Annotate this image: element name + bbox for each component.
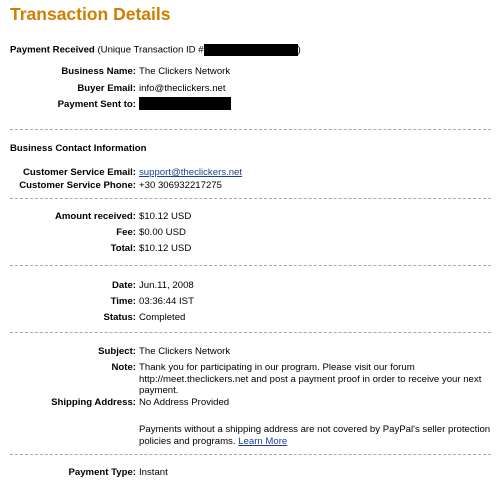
- cs-email-value: support@theclickers.net: [139, 167, 242, 179]
- fee-label: Fee:: [116, 227, 136, 238]
- note-label: Note:: [111, 362, 136, 373]
- section-divider: [10, 332, 491, 333]
- section-divider: [10, 198, 491, 199]
- total-label: Total:: [110, 243, 136, 254]
- unique-id-label: (Unique Transaction ID #: [97, 44, 204, 56]
- cs-email-link[interactable]: support@theclickers.net: [139, 167, 242, 178]
- subject-label: Subject:: [98, 346, 136, 357]
- date-value: Jun.11, 2008: [139, 280, 194, 291]
- time-label: Time:: [110, 296, 136, 307]
- section-divider: [10, 265, 491, 266]
- note-value: Thank you for participating in our progr…: [139, 362, 482, 397]
- section-divider: [10, 454, 491, 455]
- contact-heading: Business Contact Information: [10, 143, 147, 154]
- cs-phone-value: +30 306932217275: [139, 180, 222, 191]
- shipping-notice: Payments without a shipping address are …: [139, 424, 491, 447]
- cs-phone-label: Customer Service Phone:: [19, 180, 136, 191]
- payment-type-label: Payment Type:: [68, 467, 136, 478]
- amount-received-label: Amount received:: [54, 211, 136, 222]
- total-value: $10.12 USD: [139, 243, 192, 254]
- page-title: Transaction Details: [10, 4, 171, 24]
- section-divider: [10, 129, 491, 130]
- shipping-address-value: No Address Provided: [139, 397, 230, 408]
- redacted-recipient: [139, 97, 231, 110]
- unique-id-close: ): [297, 44, 301, 56]
- shipping-notice-text: Payments without a shipping address are …: [139, 424, 491, 447]
- subject-value: The Clickers Network: [139, 346, 231, 357]
- payment-sent-label: Payment Sent to:: [57, 99, 136, 110]
- buyer-email-label: Buyer Email:: [77, 83, 136, 94]
- shipping-address-label: Shipping Address:: [51, 397, 136, 408]
- payment-received-label: Payment Received: [10, 44, 95, 56]
- redacted-transaction-id: [203, 44, 298, 56]
- date-label: Date:: [112, 280, 136, 291]
- status-label: Status:: [103, 312, 136, 323]
- amount-received-value: $10.12 USD: [139, 211, 192, 222]
- status-value: Completed: [139, 312, 186, 323]
- cs-email-label: Customer Service Email:: [22, 167, 136, 178]
- buyer-email-value: info@theclickers.net: [139, 83, 226, 94]
- learn-more-link[interactable]: Learn More: [238, 436, 287, 447]
- payment-sent-value: [139, 97, 231, 110]
- fee-value: $0.00 USD: [139, 227, 186, 238]
- payment-type-value: Instant: [139, 467, 168, 478]
- payment-received-line: Payment Received (Unique Transaction ID …: [10, 44, 301, 56]
- time-value: 03:36:44 IST: [139, 296, 194, 307]
- business-name-value: The Clickers Network: [139, 66, 231, 77]
- business-name-label: Business Name:: [61, 66, 136, 77]
